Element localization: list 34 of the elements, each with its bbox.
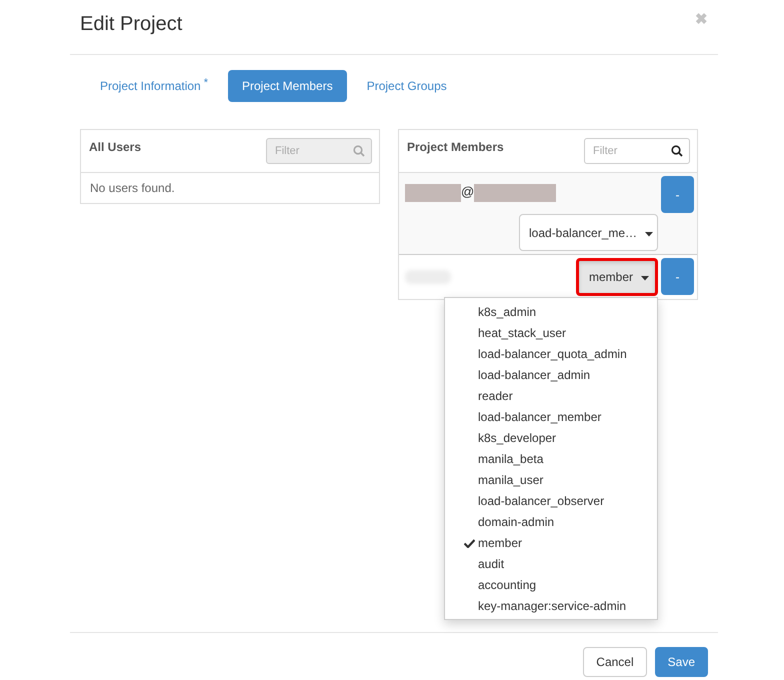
role-option[interactable]: manila_user xyxy=(445,469,657,490)
role-option[interactable]: audit xyxy=(445,553,657,574)
role-option[interactable]: heat_stack_user xyxy=(445,322,657,343)
save-button[interactable]: Save xyxy=(654,647,708,677)
dialog-title: Edit Project xyxy=(80,12,182,36)
remove-button[interactable]: - xyxy=(661,176,694,213)
role-option[interactable]: key-manager:service-admin xyxy=(445,595,657,616)
email-text: @ xyxy=(461,184,474,199)
role-select[interactable]: member xyxy=(576,258,658,296)
role-option[interactable]: accounting xyxy=(445,574,657,595)
role-option[interactable]: load-balancer_quota_admin xyxy=(445,343,657,364)
role-option[interactable]: load-balancer_member xyxy=(445,406,657,427)
cancel-button[interactable]: Cancel xyxy=(583,647,647,677)
role-select[interactable]: load-balancer_me… xyxy=(519,214,658,251)
role-option[interactable]: load-balancer_admin xyxy=(445,364,657,385)
caret-icon xyxy=(641,276,649,281)
redaction-block xyxy=(405,184,461,202)
empty-message: No users found. xyxy=(89,180,176,197)
remove-button[interactable]: - xyxy=(661,258,694,295)
role-option[interactable]: k8s_admin xyxy=(445,301,657,322)
panel-title: Project Members xyxy=(407,140,504,154)
role-option[interactable]: load-balancer_observer xyxy=(445,490,657,511)
role-option[interactable]: reader xyxy=(445,385,657,406)
panel-title: All Users xyxy=(89,140,142,154)
caret-icon xyxy=(645,232,654,236)
filter-field[interactable]: Filter xyxy=(584,138,690,164)
tab[interactable]: Project Groups xyxy=(352,70,461,102)
tab[interactable]: Project Members xyxy=(228,70,347,102)
role-option[interactable]: manila_beta xyxy=(445,448,657,469)
search-icon xyxy=(671,145,683,157)
role-option[interactable]: domain-admin xyxy=(445,511,657,532)
role-option[interactable]: k8s_developer xyxy=(445,427,657,448)
search-icon xyxy=(353,145,365,157)
role-option[interactable]: member xyxy=(445,532,657,553)
